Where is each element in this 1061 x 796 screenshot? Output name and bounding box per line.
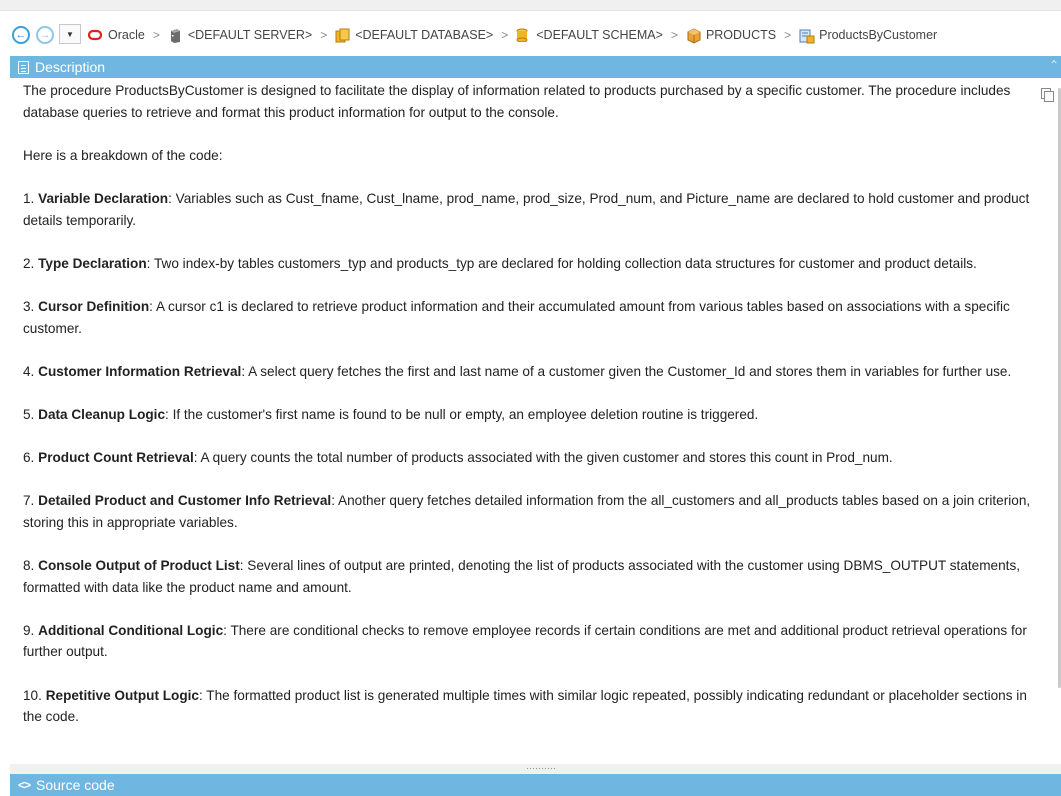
history-dropdown-button[interactable]: ▼ — [59, 24, 81, 44]
source-code-panel-title: Source code — [36, 777, 115, 793]
document-icon — [18, 60, 29, 74]
database-icon — [335, 28, 350, 43]
breakdown-item-title: Variable Declaration — [38, 190, 169, 206]
breakdown-item-text: : A query counts the total number of pro… — [193, 450, 893, 466]
breakdown-item-number: 2. — [23, 255, 35, 271]
breakdown-item-title: Additional Conditional Logic — [38, 622, 224, 638]
breadcrumb-separator: > — [670, 28, 678, 42]
breadcrumb-label: <DEFAULT SERVER> — [187, 28, 313, 42]
description-scrollbar[interactable] — [1057, 78, 1061, 764]
forward-arrow-icon[interactable]: → — [36, 26, 54, 44]
breakdown-list: 1. Variable Declaration: Variables such … — [23, 188, 1038, 728]
breakdown-item: 10. Repetitive Output Logic: The formatt… — [23, 685, 1038, 728]
breadcrumb-separator: > — [501, 28, 509, 42]
breakdown-item-title: Data Cleanup Logic — [38, 406, 166, 422]
breadcrumb-item-schema[interactable]: <DEFAULT SCHEMA> — [516, 28, 663, 43]
panel-splitter[interactable] — [10, 764, 1061, 774]
breakdown-item-number: 7. — [23, 493, 35, 509]
breadcrumb-separator: > — [152, 28, 160, 42]
breakdown-item: 5. Data Cleanup Logic: If the customer's… — [23, 404, 1038, 426]
breadcrumb-separator: > — [784, 28, 792, 42]
description-content: The procedure ProductsByCustomer is desi… — [10, 78, 1058, 764]
breakdown-item-title: Detailed Product and Customer Info Retri… — [38, 493, 332, 509]
breakdown-item-text: : Two index-by tables customers_typ and … — [146, 255, 977, 271]
breadcrumb-label: ProductsByCustomer — [819, 28, 938, 42]
breadcrumb-item-package[interactable]: PRODUCTS — [686, 28, 777, 44]
back-arrow-icon[interactable]: ← — [12, 26, 30, 44]
breakdown-item-text: : A cursor c1 is declared to retrieve pr… — [23, 298, 1010, 336]
description-text: The procedure ProductsByCustomer is desi… — [23, 80, 1038, 749]
description-panel-title: Description — [35, 59, 106, 75]
breadcrumb-label: PRODUCTS — [705, 28, 777, 42]
server-icon — [168, 28, 182, 43]
breakdown-item: 2. Type Declaration: Two index-by tables… — [23, 253, 1038, 275]
breakdown-item: 3. Cursor Definition: A cursor c1 is dec… — [23, 296, 1038, 339]
top-strip — [0, 0, 1061, 11]
breakdown-item-number: 6. — [23, 450, 35, 466]
procedure-icon — [799, 28, 815, 44]
breakdown-item-number: 10. — [23, 687, 42, 703]
description-panel-header[interactable]: Description ⌃ — [10, 56, 1061, 78]
breadcrumb-label: <DEFAULT DATABASE> — [355, 28, 494, 42]
breakdown-item-number: 4. — [23, 363, 35, 379]
oracle-icon — [87, 28, 103, 42]
breakdown-item: 4. Customer Information Retrieval: A sel… — [23, 361, 1038, 383]
package-icon — [686, 28, 701, 44]
breakdown-item-text: : A select query fetches the first and l… — [241, 363, 1012, 379]
breakdown-item-number: 3. — [23, 298, 35, 314]
breakdown-item-number: 1. — [23, 190, 35, 206]
breadcrumb-item-procedure[interactable]: ProductsByCustomer — [799, 28, 938, 44]
breakdown-item-number: 9. — [23, 622, 35, 638]
breadcrumb-item-server[interactable]: <DEFAULT SERVER> — [168, 28, 313, 43]
breadcrumb: Oracle > <DEFAULT SERVER> > <DEFAULT DAT… — [87, 20, 938, 50]
breakdown-item: 1. Variable Declaration: Variables such … — [23, 188, 1038, 231]
breadcrumb-label: Oracle — [108, 28, 145, 42]
breakdown-item-text: : If the customer's first name is found … — [165, 406, 759, 422]
breakdown-item-title: Repetitive Output Logic — [45, 687, 199, 703]
breadcrumb-label: <DEFAULT SCHEMA> — [536, 28, 663, 42]
grip-handle-icon[interactable] — [526, 767, 556, 771]
breadcrumb-bar: ← → ▼ Oracle > <DEFAULT SERVER> > <DEFAU… — [0, 20, 1061, 50]
breakdown-item: 9. Additional Conditional Logic: There a… — [23, 620, 1038, 663]
breakdown-item: 7. Detailed Product and Customer Info Re… — [23, 490, 1038, 533]
copy-icon[interactable] — [1041, 88, 1054, 102]
description-intro: The procedure ProductsByCustomer is desi… — [23, 83, 1011, 120]
breadcrumb-item-database[interactable]: <DEFAULT DATABASE> — [335, 28, 494, 43]
breakdown-item-title: Console Output of Product List — [38, 558, 240, 574]
breakdown-item-title: Product Count Retrieval — [38, 450, 194, 466]
breakdown-item-number: 8. — [23, 558, 35, 574]
breakdown-heading: Here is a breakdown of the code: — [23, 147, 223, 163]
breadcrumb-separator: > — [320, 28, 328, 42]
breakdown-item: 8. Console Output of Product List: Sever… — [23, 555, 1038, 598]
breakdown-item-title: Cursor Definition — [38, 298, 150, 314]
schema-icon — [516, 28, 530, 43]
breakdown-item: 6. Product Count Retrieval: A query coun… — [23, 447, 1038, 469]
breakdown-item-title: Customer Information Retrieval — [38, 363, 242, 379]
breakdown-item-title: Type Declaration — [38, 255, 147, 271]
code-icon: <> — [18, 778, 31, 792]
breadcrumb-item-oracle[interactable]: Oracle — [87, 28, 145, 42]
collapse-icon[interactable]: ⌃ — [1049, 58, 1059, 72]
breakdown-item-text: : Variables such as Cust_fname, Cust_lna… — [23, 190, 1030, 228]
source-code-panel-header[interactable]: <> Source code — [10, 774, 1061, 796]
breakdown-item-number: 5. — [23, 406, 35, 422]
